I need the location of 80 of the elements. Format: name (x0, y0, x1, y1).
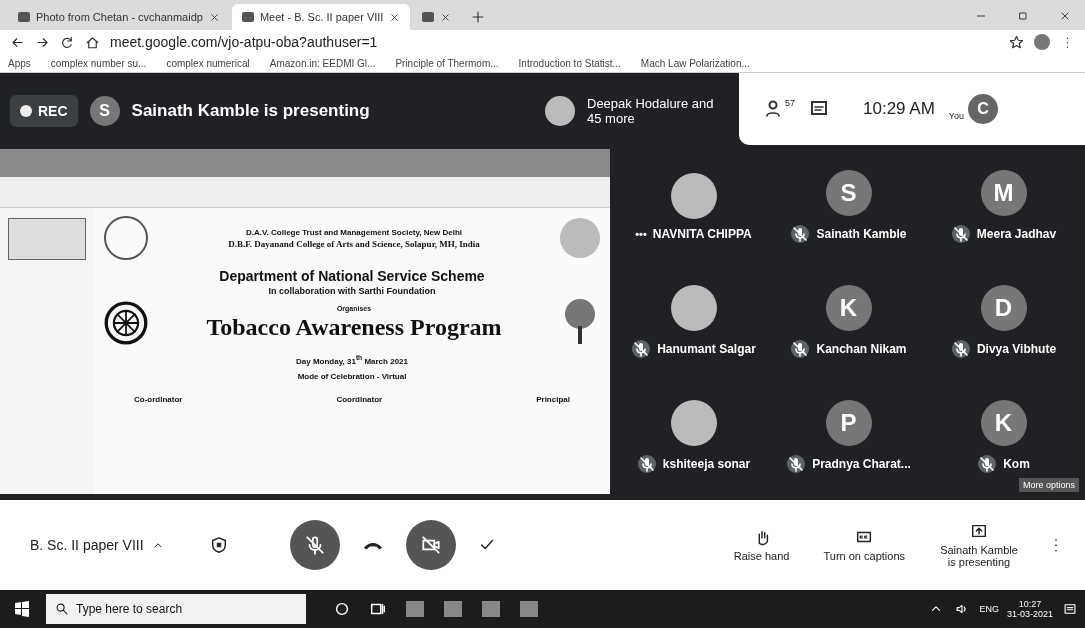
captions-button[interactable]: Turn on captions (817, 527, 911, 563)
participant-name: Pradnya Charat... (812, 456, 911, 471)
user-avatar: C (968, 94, 999, 124)
slide-title: Tobacco Awareness Program (206, 314, 502, 341)
browser-tab[interactable]: Photo from Chetan - cvchanmaidp (8, 4, 230, 30)
profile-icon[interactable] (1034, 34, 1050, 50)
participant-avatar: S (825, 169, 872, 216)
input-language[interactable]: ENG (979, 604, 999, 614)
participant-name: NAVNITA CHIPPA (652, 226, 752, 241)
close-icon[interactable] (1059, 10, 1071, 22)
slide-text: D.A.V. College Trust and Management Society, New Delhi (245, 227, 463, 237)
participant-name: Divya Vibhute (976, 341, 1057, 356)
signatory-role: Principal (536, 394, 570, 404)
people-count: 57 (785, 98, 795, 108)
clock-time: 10:29 AM (863, 99, 935, 119)
slide-text: D.B.F. Dayanand College of Arts and Science, Solapur, MH, India (227, 238, 481, 249)
bookmark-link[interactable]: Principle of Thermom... (395, 57, 499, 69)
camera-button[interactable] (405, 520, 456, 570)
participants-summary: Deepak Hodalure and 45 more (587, 96, 715, 126)
wheel-emblem-icon (104, 301, 148, 345)
windows-start-icon[interactable] (14, 601, 30, 617)
meeting-title[interactable]: B. Sc. II paper VIII (30, 537, 144, 553)
college-emblem-icon (104, 216, 148, 260)
tab-favicon-icon (241, 12, 254, 22)
home-icon[interactable] (85, 34, 100, 50)
participant-name: kshiteeja sonar (662, 456, 751, 471)
new-tab-icon[interactable] (471, 10, 486, 24)
bookmark-link[interactable]: complex number su... (50, 57, 147, 69)
slide-text: Mode of Celebration - Virtual (297, 371, 407, 381)
search-icon[interactable] (55, 602, 69, 616)
participant-name: Hanumant Salgar (657, 341, 756, 356)
tooltip: More options (1018, 478, 1079, 492)
participant-avatar: M (980, 169, 1027, 216)
participant-avatar: K (980, 399, 1027, 446)
signatory-role: Coordinator (336, 394, 383, 404)
photo-placeholder (545, 96, 575, 126)
participant-name: Kom (1003, 456, 1030, 471)
participant-name: Sainath Kamble (816, 226, 907, 241)
slide-text: In collaboration with Sarthi Foundation (268, 286, 436, 296)
recording-badge: REC (10, 95, 78, 127)
star-icon[interactable] (1009, 34, 1024, 50)
camera-icon (419, 534, 442, 556)
notification-icon[interactable] (1063, 602, 1077, 616)
present-screen-icon (970, 522, 988, 540)
address-field[interactable]: meet.google.com/vjo-atpu-oba?authuser=1 (110, 34, 999, 50)
bookmark-link[interactable]: Apps (8, 57, 31, 69)
bookmark-link[interactable]: Mach Law Polarization... (640, 57, 750, 69)
microphone-icon (303, 534, 326, 556)
participant-avatar: P (825, 399, 872, 446)
bookmark-link[interactable]: Introduction to Statist... (518, 57, 621, 69)
bookmark-link[interactable]: Amazon.in: EEDMI Gl... (269, 57, 376, 69)
close-icon[interactable] (208, 11, 220, 23)
close-icon[interactable] (389, 11, 401, 23)
raise-hand-button[interactable]: Raise hand (727, 527, 796, 563)
participant-name: Meera Jadhav (976, 226, 1057, 241)
tab-favicon-icon (422, 12, 435, 22)
taskbar-time: 10:27 (1018, 599, 1042, 609)
tab-favicon-icon (18, 12, 30, 22)
shield-icon[interactable] (209, 536, 228, 554)
present-button[interactable]: Sainath Kamble is presenting (933, 521, 1025, 569)
presenter-avatar: S (89, 96, 120, 126)
participant-avatar: D (980, 284, 1027, 331)
presenter-label: Sainath Kamble is presenting (131, 101, 370, 121)
signatory-role: Co-ordinator (134, 394, 183, 404)
slide-heading: Department of National Service Scheme (219, 268, 485, 284)
maximize-icon[interactable] (1017, 10, 1029, 22)
reload-icon[interactable] (60, 34, 75, 50)
participant-name: Kanchan Nikam (816, 341, 907, 356)
participant-avatar: K (825, 284, 872, 331)
taskbar-search-field[interactable]: Type here to search (46, 594, 306, 624)
photo-placeholder (560, 218, 600, 258)
browser-tab[interactable]: Meet - B. Sc. II paper VIII (231, 4, 411, 30)
close-icon[interactable] (440, 11, 452, 23)
more-options-icon[interactable]: ••• (635, 227, 647, 240)
bookmark-link[interactable]: complex numerical (166, 57, 250, 69)
slide-text: Day Monday, 31$^{th}$ March 2021 (296, 354, 408, 366)
slide-thumbnail[interactable] (8, 218, 86, 260)
you-label: You (948, 111, 965, 121)
microphone-button[interactable] (289, 520, 340, 570)
taskbar-date: 31-03-2021 (1006, 609, 1053, 619)
